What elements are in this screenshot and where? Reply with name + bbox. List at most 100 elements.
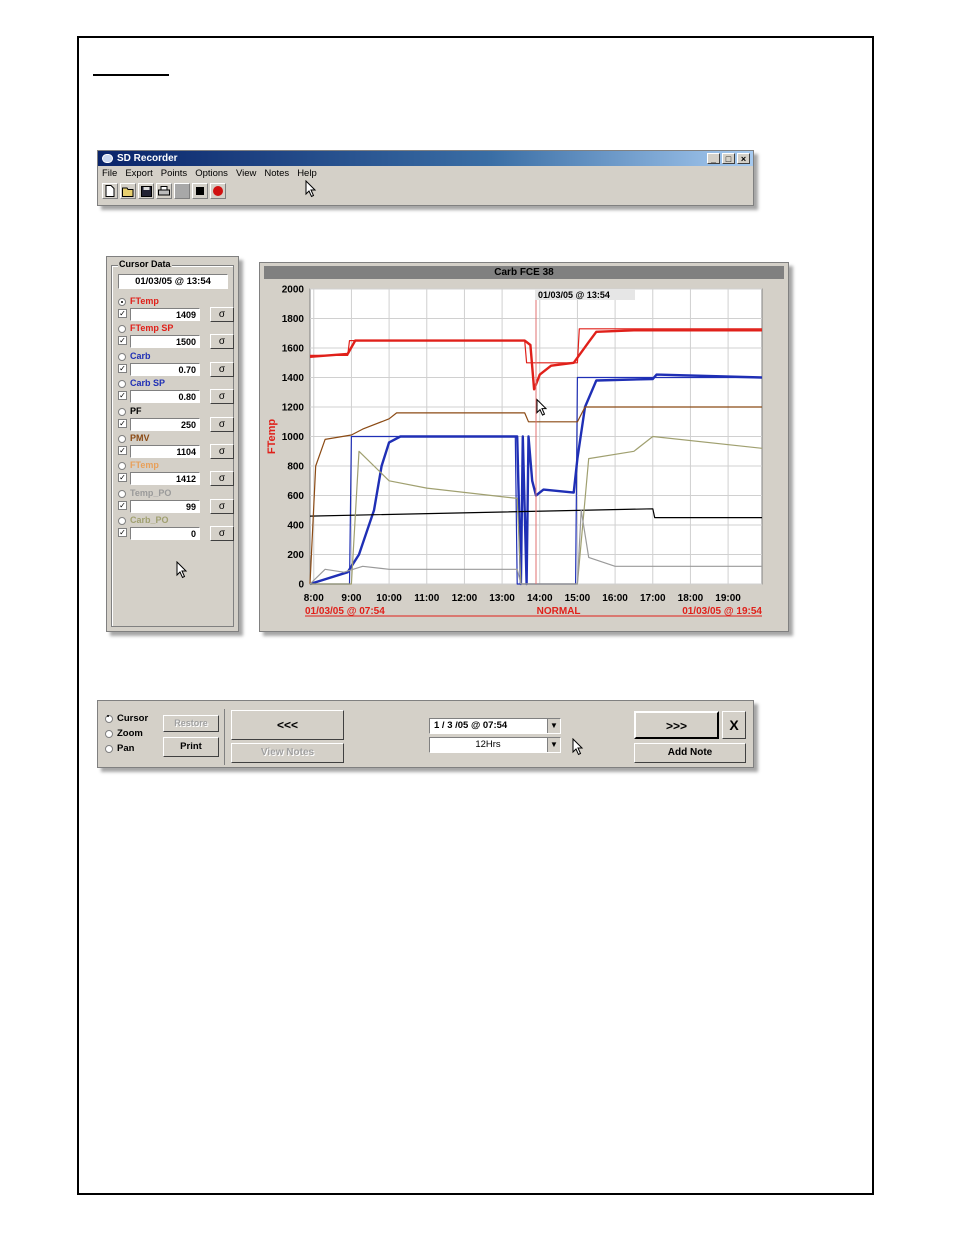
sigma-button[interactable]: σ <box>210 498 234 514</box>
channel-checkbox[interactable]: ✓ <box>118 309 127 318</box>
control-bar: Cursor Zoom Pan Restore Print <<< View N… <box>97 700 754 768</box>
menu-view[interactable]: View <box>236 168 256 179</box>
mode-pan[interactable]: Pan <box>105 743 134 754</box>
sigma-button[interactable]: σ <box>210 471 234 487</box>
y-tick-label: 0 <box>298 580 304 591</box>
back-button[interactable]: <<< <box>231 710 344 740</box>
forward-button[interactable]: >>> <box>634 711 719 739</box>
add-note-button[interactable]: Add Note <box>634 743 746 763</box>
channel-name: FTemp <box>130 460 159 471</box>
heading-underline <box>93 74 169 76</box>
mode-cursor-radio[interactable] <box>105 714 113 723</box>
channel-radio[interactable] <box>118 325 126 334</box>
span-select[interactable]: 12Hrs ▼ <box>429 737 561 753</box>
channel-row: Carb_PO ✓ 0 σ <box>116 515 238 545</box>
mode-cursor[interactable]: Cursor <box>105 713 148 724</box>
channel-checkbox[interactable]: ✓ <box>118 446 127 455</box>
mode-zoom[interactable]: Zoom <box>105 728 143 739</box>
title-bar[interactable]: SD Recorder _ □ × <box>98 151 753 166</box>
channel-checkbox[interactable]: ✓ <box>118 473 127 483</box>
view-notes-button[interactable]: View Notes <box>231 743 344 763</box>
channel-checkbox[interactable]: ✓ <box>118 418 127 428</box>
channel-radio[interactable] <box>118 435 126 443</box>
y-tick-label: 1800 <box>282 314 305 325</box>
sigma-button[interactable]: σ <box>210 416 234 432</box>
cursor-data-group: Cursor Data 01/03/05 @ 13:54 FTemp ✓ 1409 σ… <box>111 259 234 627</box>
toolbar <box>98 181 753 201</box>
app-icon <box>102 154 113 163</box>
sigma-button[interactable]: σ <box>210 444 234 459</box>
menu-notes[interactable]: Notes <box>264 168 289 179</box>
y-tick-label: 1200 <box>282 403 305 414</box>
start-time-value: 1 / 3 /05 @ 07:54 <box>434 720 508 731</box>
channel-radio[interactable] <box>118 517 126 526</box>
print-icon[interactable] <box>156 183 172 199</box>
y-axis-label: FTemp <box>266 419 278 455</box>
channel-checkbox[interactable]: ✓ <box>118 391 127 401</box>
channel-radio[interactable] <box>118 407 126 416</box>
new-file-icon[interactable] <box>102 183 118 199</box>
stop-icon[interactable] <box>192 183 208 199</box>
menu-points[interactable]: Points <box>161 168 187 179</box>
chart-plot[interactable]: 0 200 400 600 800 1000 1200 1400 1600 1800 2000 8:0… <box>260 263 788 631</box>
menu-export[interactable]: Export <box>125 168 152 179</box>
channel-name: PMV <box>130 433 150 443</box>
sigma-button[interactable]: σ <box>210 334 234 350</box>
open-folder-icon[interactable] <box>120 183 136 199</box>
save-icon[interactable] <box>138 183 154 199</box>
x-tick-label: 8:00 <box>304 593 324 604</box>
channel-value: 1412 <box>130 472 200 486</box>
menu-options[interactable]: Options <box>195 168 228 179</box>
y-tick-label: 1000 <box>282 432 305 443</box>
channel-checkbox[interactable]: ✓ <box>118 363 127 373</box>
sigma-button[interactable]: σ <box>210 361 234 377</box>
x-tick-label: 10:00 <box>376 593 402 604</box>
start-time-select[interactable]: 1 / 3 /05 @ 07:54 ▼ <box>429 718 561 734</box>
x-tick-label: 12:00 <box>452 593 478 604</box>
x-tick-label: 18:00 <box>678 593 704 604</box>
y-tick-label: 200 <box>287 550 304 561</box>
channel-radio[interactable] <box>118 489 126 498</box>
channel-checkbox[interactable]: ✓ <box>118 336 127 346</box>
restore-button[interactable]: Restore <box>163 715 219 732</box>
sigma-button[interactable]: σ <box>210 526 234 542</box>
mode-cursor-label: Cursor <box>117 713 149 724</box>
channel-radio[interactable] <box>118 380 126 389</box>
cursor-data-panel: Cursor Data 01/03/05 @ 13:54 FTemp ✓ 1409 σ… <box>106 256 239 632</box>
channel-radio[interactable] <box>118 462 126 471</box>
close-button[interactable]: × <box>737 153 750 164</box>
x-tick-label: 13:00 <box>489 593 515 604</box>
channel-checkbox[interactable]: ✓ <box>118 500 127 510</box>
channel-row: Carb SP ✓ 0.80 σ <box>116 378 238 408</box>
channel-checkbox[interactable]: ✓ <box>118 528 127 538</box>
minimize-button[interactable]: _ <box>707 153 720 164</box>
menu-file[interactable]: File <box>102 168 117 179</box>
print-button[interactable]: Print <box>163 737 219 757</box>
chevron-down-icon[interactable]: ▼ <box>547 719 560 733</box>
record-icon[interactable] <box>210 183 226 199</box>
main-window: SD Recorder _ □ × File Export Points Opt… <box>97 150 754 206</box>
chevron-down-icon[interactable]: ▼ <box>547 738 560 752</box>
channel-radio[interactable] <box>118 298 126 306</box>
mode-zoom-radio[interactable] <box>105 729 113 738</box>
channel-value: 1104 <box>130 445 200 458</box>
channel-row: Carb ✓ 0.70 σ <box>116 351 238 381</box>
channel-value: 99 <box>130 499 200 513</box>
y-tick-label: 400 <box>287 521 304 532</box>
mode-pan-radio[interactable] <box>105 744 113 753</box>
maximize-button[interactable]: □ <box>722 153 735 164</box>
x-tick-label: 15:00 <box>565 593 591 604</box>
x-tick-label: 17:00 <box>640 593 666 604</box>
channel-name: PF <box>130 405 142 416</box>
channel-radio[interactable] <box>118 352 126 361</box>
menu-help[interactable]: Help <box>297 168 317 179</box>
x-tick-label: 16:00 <box>602 593 628 604</box>
cursor-label: 01/03/05 @ 13:54 <box>538 290 610 300</box>
channel-row: FTemp ✓ 1412 σ <box>116 460 238 490</box>
sigma-button[interactable]: σ <box>210 389 234 405</box>
channel-name: FTemp <box>130 296 159 306</box>
blank-icon[interactable] <box>174 183 190 199</box>
channel-row: PF ✓ 250 σ <box>116 405 238 436</box>
sigma-button[interactable]: σ <box>210 307 234 322</box>
close-chart-button[interactable]: X <box>722 711 746 739</box>
